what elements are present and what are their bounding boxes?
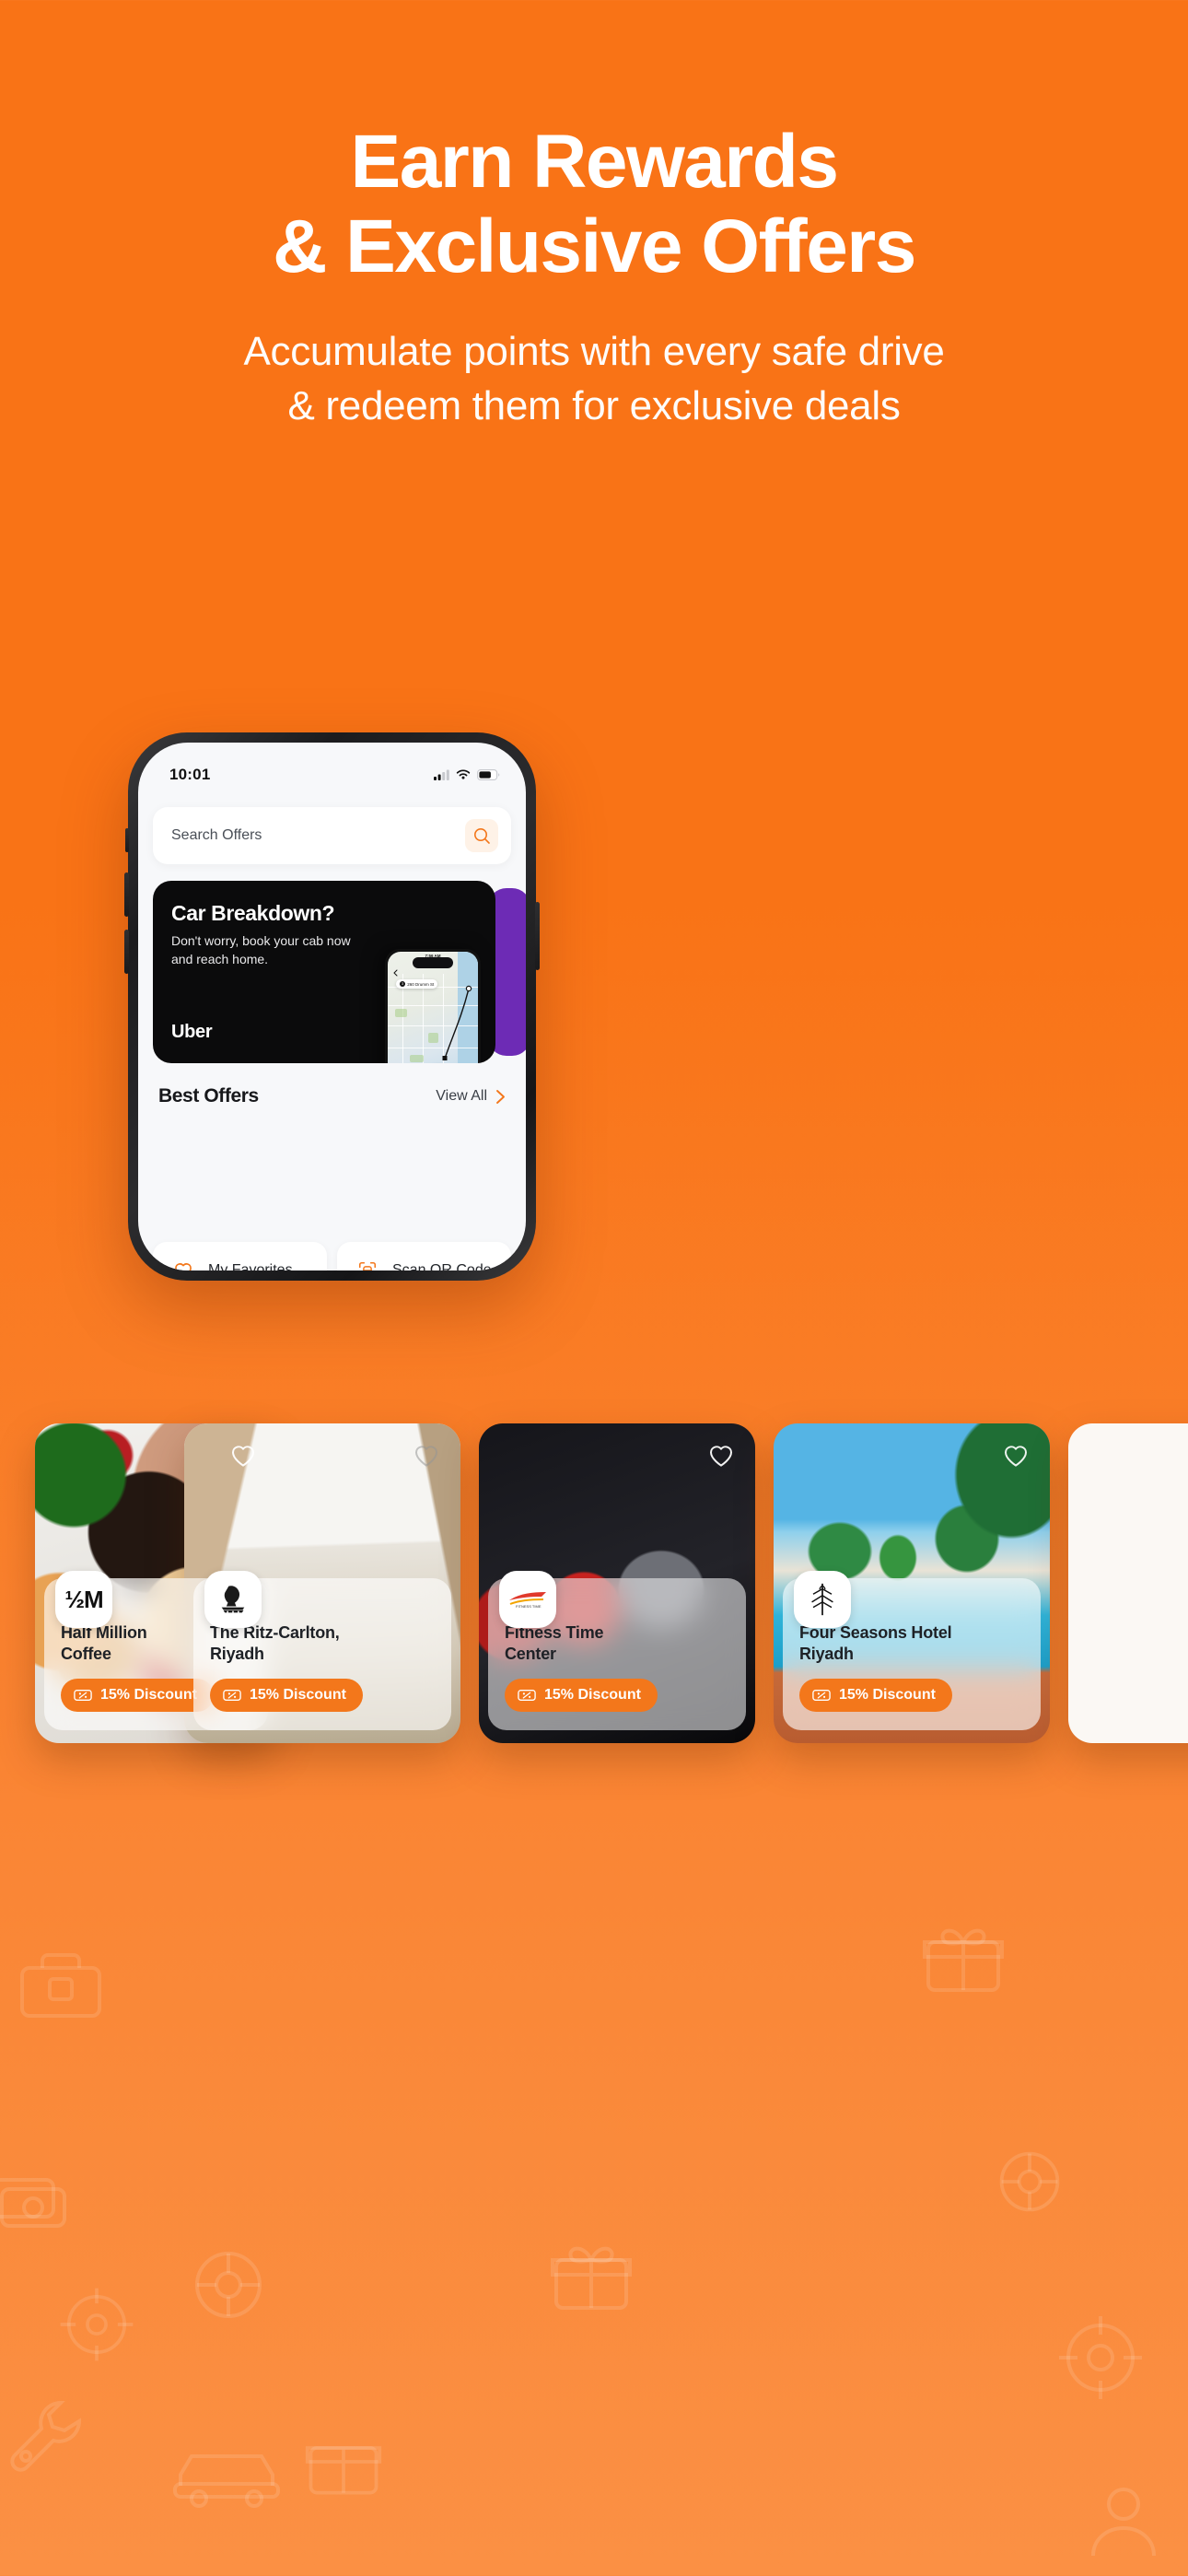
search-bar[interactable]: Search Offers	[153, 807, 511, 864]
half-million-coffee-logo: ½M	[55, 1571, 112, 1628]
offer-name-line-2: Riyadh	[799, 1645, 854, 1664]
phone-power-button[interactable]	[535, 902, 540, 970]
offer-card-next-peek[interactable]	[1068, 1423, 1188, 1743]
promo-banner-brand: Uber	[171, 1022, 213, 1042]
hero-section: Earn Rewards & Exclusive Offers Accumula…	[0, 120, 1188, 433]
watermark-wheel-icon	[195, 2252, 262, 2318]
watermark-car-icon	[173, 2454, 280, 2508]
offer-card-fitness-time-center[interactable]: FITNESS TIME Fitness Time Center 15% Dis…	[479, 1423, 755, 1743]
heart-outline-icon[interactable]	[413, 1442, 440, 1469]
offer-discount-badge: 15% Discount	[799, 1678, 952, 1712]
heart-outline-icon[interactable]	[1002, 1442, 1030, 1469]
watermark-location-icon	[60, 2288, 134, 2361]
chevron-right-icon	[496, 1089, 505, 1104]
status-bar: 10:01	[138, 743, 526, 790]
phone-volume-down-button[interactable]	[124, 930, 129, 974]
cellular-signal-icon	[434, 769, 449, 780]
best-offers-title: Best Offers	[158, 1085, 259, 1107]
hero-subtitle: Accumulate points with every safe drive …	[0, 324, 1188, 434]
offer-discount-badge: 15% Discount	[505, 1678, 658, 1712]
hero-subtitle-line-1: Accumulate points with every safe drive	[243, 328, 945, 374]
promo-banner-map: 7:56 AM 3 260 Drumm St	[388, 952, 478, 1063]
offer-name: Fitness Time Center	[505, 1622, 729, 1666]
quick-action-label: Scan QR Code	[392, 1262, 492, 1270]
watermark-wrench-icon	[10, 2400, 82, 2472]
offer-card-four-seasons-hotel-riyadh[interactable]: Four Seasons Hotel Riyadh 15% Discount	[774, 1423, 1050, 1743]
watermark-money-icon	[0, 2178, 66, 2228]
status-bar-time: 10:01	[169, 766, 211, 783]
discount-ticket-icon	[518, 1689, 536, 1701]
phone-mockup: 10:01 Search Offers Car Breakdown? Don't…	[124, 732, 540, 1281]
offer-logo-text: ½M	[64, 1585, 103, 1613]
watermark-location-icon	[1059, 2316, 1142, 2399]
fitness-time-logo: FITNESS TIME	[499, 1571, 556, 1628]
ritz-carlton-lion-logo	[204, 1571, 262, 1628]
offer-card-ritz-carlton-riyadh[interactable]: The Ritz-Carlton, Riyadh 15% Discount	[184, 1423, 460, 1743]
hero-title-line-2: & Exclusive Offers	[273, 204, 916, 288]
fitness-time-mark-icon: FITNESS TIME	[509, 1592, 546, 1609]
best-offers-view-all-label: View All	[436, 1088, 487, 1104]
phone-volume-up-button[interactable]	[124, 872, 129, 917]
search-icon	[473, 827, 490, 844]
watermark-gift-icon	[551, 2246, 632, 2310]
best-offers-header: Best Offers View All	[153, 1085, 511, 1107]
promo-banner-carousel: Car Breakdown? Don't worry, book your ca…	[153, 881, 526, 1063]
discount-ticket-icon	[223, 1689, 241, 1701]
best-offers-view-all-button[interactable]: View All	[436, 1088, 506, 1105]
offer-discount-badge: 15% Discount	[210, 1678, 363, 1712]
offer-discount-label: 15% Discount	[544, 1686, 641, 1703]
best-offers-carousel-slot	[153, 1107, 511, 1229]
hero-subtitle-line-2: & redeem them for exclusive deals	[287, 383, 901, 429]
search-button[interactable]	[465, 819, 498, 852]
battery-icon	[477, 769, 500, 780]
map-route-line	[442, 985, 472, 1060]
status-bar-icons	[434, 769, 500, 780]
quick-action-label: My Favorites	[208, 1262, 293, 1270]
four-seasons-tree-logo	[794, 1571, 851, 1628]
discount-ticket-icon	[74, 1689, 92, 1701]
offer-name-line-2: Center	[505, 1645, 556, 1664]
heart-outline-icon[interactable]	[707, 1442, 735, 1469]
quick-action-scan-qr-code[interactable]: Scan QR Code	[337, 1242, 511, 1270]
promo-banner-title: Car Breakdown?	[171, 901, 335, 925]
search-input[interactable]: Search Offers	[171, 827, 465, 844]
offer-discount-label: 15% Discount	[250, 1686, 346, 1703]
heart-outline-icon	[175, 1263, 192, 1270]
app-screen-content: Search Offers Car Breakdown? Don't worry…	[138, 790, 526, 1270]
lion-crest-icon	[221, 1586, 245, 1613]
wifi-icon	[456, 769, 471, 779]
hero-title: Earn Rewards & Exclusive Offers	[0, 120, 1188, 289]
discount-ticket-icon	[812, 1689, 831, 1701]
qr-scan-icon	[358, 1261, 377, 1270]
watermark-gift-icon	[305, 2446, 382, 2495]
hero-title-line-1: Earn Rewards	[350, 120, 839, 204]
promo-banner-subtitle: Don't worry, book your cab now and reach…	[171, 933, 351, 967]
phone-screen: 10:01 Search Offers Car Breakdown? Don't…	[138, 743, 526, 1270]
promo-banner-phone-illustration: 7:56 AM 3 260 Drumm St	[385, 949, 481, 1063]
heart-outline-icon[interactable]	[229, 1442, 257, 1469]
offer-name: Four Seasons Hotel Riyadh	[799, 1622, 1024, 1666]
watermark-gift-icon	[923, 1928, 1004, 1992]
quick-action-my-favorites[interactable]: My Favorites	[153, 1242, 327, 1270]
svg-text:FITNESS TIME: FITNESS TIME	[516, 1604, 542, 1609]
offer-name: The Ritz-Carlton, Riyadh	[210, 1622, 435, 1666]
watermark-person-icon	[1091, 2488, 1156, 2557]
watermark-toolbox-icon	[20, 1953, 101, 2018]
promo-banner-uber[interactable]: Car Breakdown? Don't worry, book your ca…	[153, 881, 495, 1063]
offer-discount-badge: 15% Discount	[61, 1678, 214, 1712]
phone-silent-switch[interactable]	[125, 828, 129, 852]
watermark-wheel-icon	[999, 2151, 1060, 2212]
best-offers-carousel: ½M Half Million Coffee 15% Discount The …	[0, 1423, 1188, 1755]
quick-actions-grid: My Favorites Scan QR Code Near You	[153, 1242, 511, 1270]
tree-crest-icon	[811, 1583, 833, 1616]
offer-name-line-2: Riyadh	[210, 1645, 264, 1664]
offer-discount-label: 15% Discount	[839, 1686, 936, 1703]
offer-discount-label: 15% Discount	[100, 1686, 197, 1703]
